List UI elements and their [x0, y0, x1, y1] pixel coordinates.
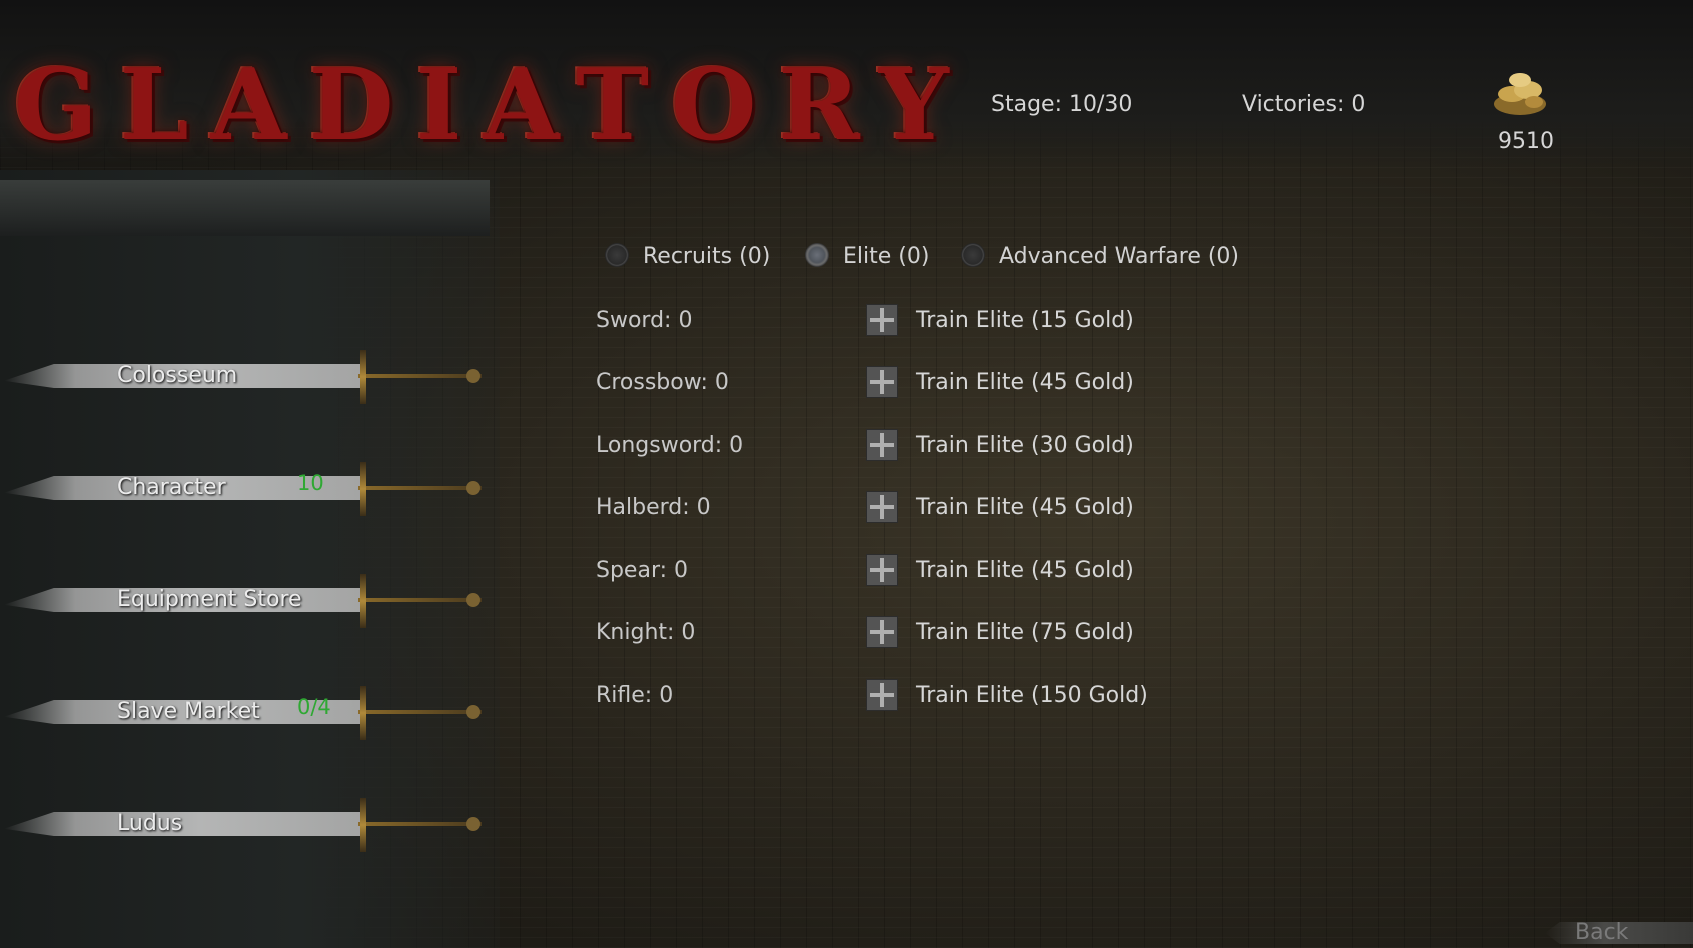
train-button[interactable]: Train Elite (45 Gold) — [916, 495, 1134, 520]
menu-equipment-store[interactable]: Equipment Store — [0, 566, 490, 636]
radio-icon — [961, 243, 985, 267]
gold-amount: 9510 — [1498, 129, 1554, 154]
menu-ludus[interactable]: Ludus — [0, 790, 490, 860]
menu-character[interactable]: Character 10 — [0, 454, 490, 524]
gold-pile-icon — [1494, 73, 1546, 115]
menu-label: Slave Market — [117, 699, 260, 724]
sword-guard-icon — [360, 686, 366, 740]
radio-selected-icon — [805, 243, 829, 267]
unit-count: Knight: 0 — [596, 620, 696, 645]
tab-label: Advanced Warfare (0) — [999, 244, 1240, 269]
sword-hilt-icon — [358, 598, 482, 602]
unit-row-rifle: Rifle: 0 Train Elite (150 Gold) — [596, 675, 1296, 715]
sword-guard-icon — [360, 462, 366, 516]
menu-slave-market[interactable]: Slave Market 0/4 — [0, 678, 490, 748]
train-button[interactable]: Train Elite (150 Gold) — [916, 683, 1148, 708]
unit-count: Halberd: 0 — [596, 495, 711, 520]
menu-label: Colosseum — [117, 363, 238, 388]
train-button[interactable]: Train Elite (15 Gold) — [916, 308, 1134, 333]
plus-icon[interactable] — [866, 679, 898, 711]
plus-icon[interactable] — [866, 429, 898, 461]
unit-count: Rifle: 0 — [596, 683, 674, 708]
unit-row-crossbow: Crossbow: 0 Train Elite (45 Gold) — [596, 362, 1296, 402]
unit-count: Longsword: 0 — [596, 433, 744, 458]
radio-icon — [605, 243, 629, 267]
plus-icon[interactable] — [866, 304, 898, 336]
unit-count: Crossbow: 0 — [596, 370, 729, 395]
tab-recruits[interactable]: Recruits (0) — [605, 243, 771, 269]
unit-row-spear: Spear: 0 Train Elite (45 Gold) — [596, 550, 1296, 590]
unit-row-sword: Sword: 0 Train Elite (15 Gold) — [596, 300, 1296, 340]
sword-hilt-icon — [358, 822, 482, 826]
train-button[interactable]: Train Elite (45 Gold) — [916, 558, 1134, 583]
plus-icon[interactable] — [866, 616, 898, 648]
unit-row-knight: Knight: 0 Train Elite (75 Gold) — [596, 612, 1296, 652]
unit-row-longsword: Longsword: 0 Train Elite (30 Gold) — [596, 425, 1296, 465]
tab-elite[interactable]: Elite (0) — [805, 243, 930, 269]
sword-guard-icon — [360, 350, 366, 404]
victories-counter: Victories: 0 — [1242, 92, 1366, 117]
sword-pommel-icon — [466, 481, 480, 495]
sword-guard-icon — [360, 798, 366, 852]
train-button[interactable]: Train Elite (75 Gold) — [916, 620, 1134, 645]
unit-count: Spear: 0 — [596, 558, 689, 583]
back-label: Back — [1575, 920, 1629, 945]
sword-pommel-icon — [466, 593, 480, 607]
tab-label: Elite (0) — [843, 244, 930, 269]
plus-icon[interactable] — [866, 491, 898, 523]
sword-hilt-icon — [358, 710, 482, 714]
sword-pommel-icon — [466, 369, 480, 383]
menu-label: Ludus — [117, 811, 183, 836]
sword-hilt-icon — [358, 486, 482, 490]
menu-badge: 10 — [297, 471, 324, 495]
sword-pommel-icon — [466, 705, 480, 719]
menu-label: Character — [117, 475, 226, 500]
unit-count: Sword: 0 — [596, 308, 693, 333]
menu-label: Equipment Store — [117, 587, 302, 612]
tab-advanced-warfare[interactable]: Advanced Warfare (0) — [961, 243, 1240, 269]
plus-icon[interactable] — [866, 366, 898, 398]
plus-icon[interactable] — [866, 554, 898, 586]
train-button[interactable]: Train Elite (30 Gold) — [916, 433, 1134, 458]
train-button[interactable]: Train Elite (45 Gold) — [916, 370, 1134, 395]
tab-label: Recruits (0) — [643, 244, 771, 269]
stage-counter: Stage: 10/30 — [991, 92, 1133, 117]
pillar-capital — [0, 180, 490, 236]
sword-pommel-icon — [466, 817, 480, 831]
sword-guard-icon — [360, 574, 366, 628]
menu-badge: 0/4 — [297, 695, 331, 719]
unit-row-halberd: Halberd: 0 Train Elite (45 Gold) — [596, 487, 1296, 527]
menu-colosseum[interactable]: Colosseum — [0, 342, 490, 412]
sword-hilt-icon — [358, 374, 482, 378]
game-logo: GLADIATORY — [14, 48, 971, 163]
back-button[interactable]: Back — [1545, 918, 1693, 948]
